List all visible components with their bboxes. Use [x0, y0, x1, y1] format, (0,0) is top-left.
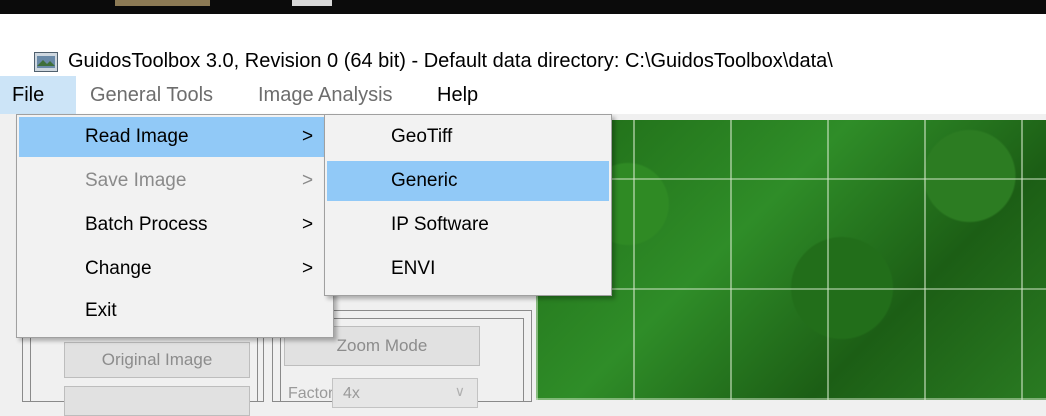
- submenu-item-ip-software[interactable]: IP Software: [327, 205, 609, 245]
- factor-select[interactable]: 4x ∨: [332, 378, 478, 408]
- menu-help[interactable]: Help: [437, 76, 478, 114]
- legend-button[interactable]: [64, 386, 250, 416]
- submenu-item-envi[interactable]: ENVI: [327, 249, 609, 289]
- menu-item-label: IP Software: [391, 214, 489, 235]
- menu-bar: File General Tools Image Analysis Help: [0, 76, 1046, 114]
- menu-general-tools[interactable]: General Tools: [90, 76, 213, 114]
- image-view[interactable]: [536, 120, 1046, 400]
- menu-item-batch-process[interactable]: Batch Process >: [19, 205, 331, 245]
- menu-item-label: Read Image: [85, 126, 189, 147]
- chevron-down-icon: ∨: [454, 383, 465, 399]
- app-icon: [34, 52, 58, 72]
- menu-item-change[interactable]: Change >: [19, 249, 331, 289]
- file-menu: Read Image > Save Image > Batch Process …: [16, 114, 334, 338]
- original-image-button[interactable]: Original Image: [64, 342, 250, 378]
- submenu-arrow-icon: >: [302, 258, 314, 279]
- menu-item-exit[interactable]: Exit: [19, 291, 331, 331]
- submenu-arrow-icon: >: [302, 126, 314, 147]
- menu-file[interactable]: File: [0, 76, 76, 114]
- menu-item-label: GeoTiff: [391, 126, 453, 147]
- background-thumbnail: [292, 0, 332, 6]
- menu-item-label: Change: [85, 258, 152, 279]
- submenu-arrow-icon: >: [302, 214, 314, 235]
- background-thumbnail: [115, 0, 210, 6]
- read-image-submenu: GeoTiff Generic IP Software ENVI: [324, 114, 612, 296]
- submenu-item-geotiff[interactable]: GeoTiff: [327, 117, 609, 157]
- factor-value: 4x: [343, 385, 360, 402]
- window-title: GuidosToolbox 3.0, Revision 0 (64 bit) -…: [68, 50, 833, 72]
- submenu-arrow-icon: >: [302, 170, 314, 191]
- menu-item-save-image[interactable]: Save Image >: [19, 161, 331, 201]
- menu-image-analysis[interactable]: Image Analysis: [258, 76, 393, 114]
- submenu-item-generic[interactable]: Generic: [327, 161, 609, 201]
- menu-item-label: Generic: [391, 170, 458, 191]
- factor-label: Factor:: [288, 385, 338, 402]
- menu-item-label: Batch Process: [85, 214, 208, 235]
- title-bar: GuidosToolbox 3.0, Revision 0 (64 bit) -…: [0, 14, 1046, 76]
- top-background-strip: [0, 0, 1046, 14]
- menu-item-label: Save Image: [85, 170, 187, 191]
- menu-item-label: Exit: [85, 300, 117, 321]
- menu-item-label: ENVI: [391, 258, 436, 279]
- menu-item-read-image[interactable]: Read Image >: [19, 117, 331, 157]
